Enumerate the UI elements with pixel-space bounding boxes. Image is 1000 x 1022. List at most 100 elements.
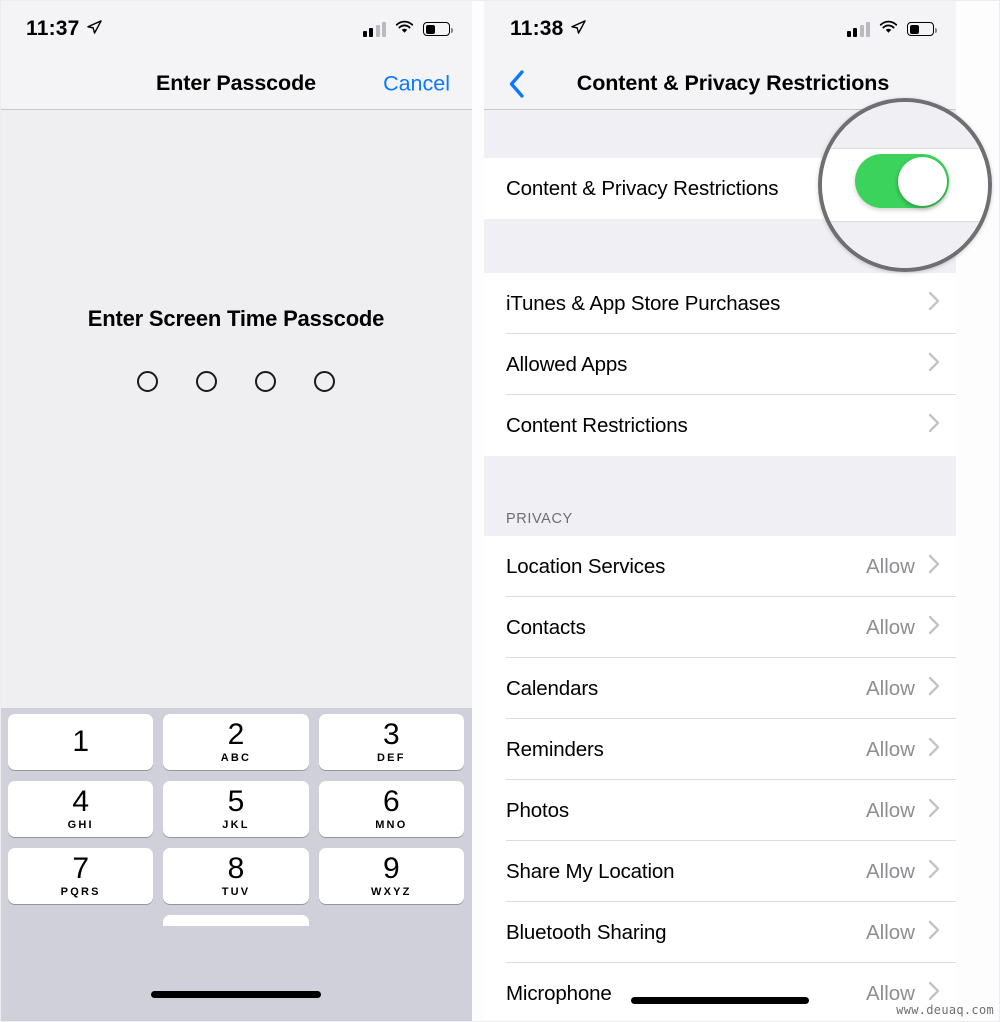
row-location-services[interactable]: Location Services Allow (484, 536, 956, 597)
key-number: 9 (382, 851, 400, 885)
section-header-label: PRIVACY (506, 511, 573, 527)
magnifier-separator-top (822, 148, 988, 149)
chevron-right-icon (928, 291, 940, 316)
key-number: 1 (72, 725, 89, 758)
location-arrow-icon (86, 20, 102, 40)
row-reminders[interactable]: Reminders Allow (484, 719, 956, 780)
magnifier-band-bottom (822, 222, 988, 268)
row-label: Contacts (506, 615, 586, 639)
passcode-prompt: Enter Screen Time Passcode (87, 306, 385, 331)
home-indicator[interactable] (631, 997, 809, 1004)
page-title: Enter Passcode (156, 71, 316, 95)
page-title: Content & Privacy Restrictions (576, 71, 890, 95)
chevron-right-icon (928, 413, 940, 438)
chevron-right-icon (928, 859, 940, 884)
restrictions-group-card: iTunes & App Store Purchases Allowed App… (484, 273, 956, 456)
keypad-row: 7 PQRS 8 TUV 9 WXYZ (8, 848, 464, 904)
chevron-right-icon (928, 737, 940, 762)
row-label: iTunes & App Store Purchases (506, 291, 781, 315)
row-content-restrictions[interactable]: Content Restrictions (484, 395, 956, 456)
row-label: Bluetooth Sharing (506, 920, 667, 944)
row-value: Allow (866, 737, 915, 761)
key-letters: PQRS (60, 885, 101, 898)
status-time: 11:38 (510, 17, 564, 40)
key-2[interactable]: 2 ABC (163, 714, 309, 770)
key-letters: WXYZ (371, 885, 412, 898)
key-8[interactable]: 8 TUV (163, 848, 309, 904)
passcode-dot (137, 371, 158, 392)
key-1[interactable]: 1 (8, 714, 154, 770)
keypad-row: 1 2 ABC 3 DEF (8, 714, 464, 770)
privacy-group-card: Location Services Allow Contacts Allow C… (484, 536, 956, 1022)
key-9[interactable]: 9 WXYZ (318, 848, 464, 904)
nav-bar-left: Enter Passcode Cancel (0, 58, 472, 110)
status-time: 11:37 (26, 17, 80, 40)
key-letters: GHI (67, 818, 94, 831)
magnifier-callout (818, 98, 992, 272)
key-letters: ABC (220, 751, 252, 764)
keypad-row: 4 GHI 5 JKL 6 MNO (8, 781, 464, 837)
magnifier-separator-bottom (822, 221, 988, 222)
watermark: www.deuaq.com (896, 1003, 994, 1017)
row-value: Allow (866, 859, 915, 883)
toggle-knob (897, 156, 947, 206)
key-letters: JKL (222, 818, 250, 831)
passcode-dot (196, 371, 217, 392)
row-value: Allow (866, 676, 915, 700)
row-value: Allow (866, 554, 915, 578)
row-label: Content Restrictions (506, 413, 688, 437)
row-allowed-apps[interactable]: Allowed Apps (484, 334, 956, 395)
key-number: 6 (382, 784, 400, 818)
row-share-my-location[interactable]: Share My Location Allow (484, 841, 956, 902)
chevron-left-icon[interactable] (500, 67, 534, 101)
passcode-entry-area: Enter Screen Time Passcode (0, 110, 472, 708)
status-bar-right: 11:38 (484, 0, 956, 58)
chevron-right-icon (928, 920, 940, 945)
wifi-icon (879, 20, 898, 39)
row-calendars[interactable]: Calendars Allow (484, 658, 956, 719)
battery-low-icon (423, 22, 453, 36)
location-arrow-icon (570, 20, 586, 40)
key-letters: MNO (375, 818, 408, 831)
numeric-keypad: 1 2 ABC 3 DEF 4 GHI 5 JKL 6 MNO 7 PQRS 8… (0, 708, 472, 1022)
row-microphone[interactable]: Microphone Allow (484, 963, 956, 1022)
row-label: Location Services (506, 554, 666, 578)
row-value: Allow (866, 615, 915, 639)
key-number: 7 (72, 851, 89, 885)
row-itunes-app-store-purchases[interactable]: iTunes & App Store Purchases (484, 273, 956, 334)
row-contacts[interactable]: Contacts Allow (484, 597, 956, 658)
row-label: Reminders (506, 737, 604, 761)
passcode-dots (137, 371, 335, 392)
key-3[interactable]: 3 DEF (318, 714, 464, 770)
row-value: Allow (866, 920, 915, 944)
row-value: Allow (866, 798, 915, 822)
status-bar-left: 11:37 (0, 0, 472, 58)
home-indicator-area-left (0, 926, 472, 1022)
key-number: 8 (227, 851, 245, 885)
key-number: 3 (382, 717, 400, 751)
cancel-button[interactable]: Cancel (383, 71, 450, 96)
key-7[interactable]: 7 PQRS (8, 848, 154, 904)
chevron-right-icon (928, 615, 940, 640)
row-photos[interactable]: Photos Allow (484, 780, 956, 841)
screenshot-root: 11:37 Enter Passcode Cancel Enter Screen… (0, 0, 1000, 1022)
row-label: Share My Location (506, 859, 675, 883)
left-phone-screen: 11:37 Enter Passcode Cancel Enter Screen… (0, 0, 472, 1022)
row-label: Photos (506, 798, 569, 822)
key-number: 4 (72, 784, 89, 818)
content-privacy-toggle-magnified[interactable] (855, 154, 949, 208)
key-4[interactable]: 4 GHI (8, 781, 154, 837)
key-5[interactable]: 5 JKL (163, 781, 309, 837)
section-header-privacy: PRIVACY (484, 456, 956, 536)
home-indicator[interactable] (151, 991, 321, 998)
row-label: Allowed Apps (506, 352, 628, 376)
row-bluetooth-sharing[interactable]: Bluetooth Sharing Allow (484, 902, 956, 963)
key-number: 5 (227, 784, 245, 818)
magnifier-band-top (822, 102, 988, 148)
chevron-right-icon (928, 352, 940, 377)
chevron-right-icon (928, 676, 940, 701)
key-letters: DEF (377, 751, 406, 764)
key-number: 2 (227, 717, 245, 751)
key-6[interactable]: 6 MNO (318, 781, 464, 837)
passcode-dot (314, 371, 335, 392)
